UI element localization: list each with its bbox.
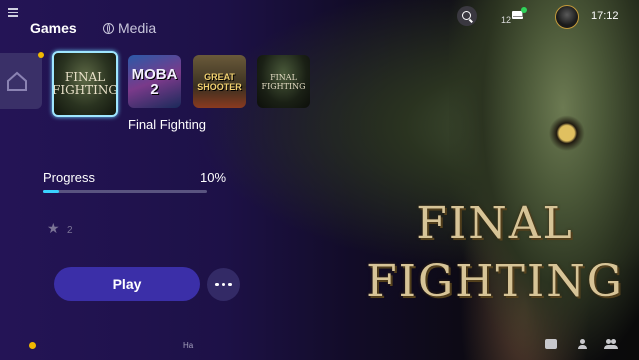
tab-media-label: Media <box>118 20 157 36</box>
progress-fill <box>43 190 60 193</box>
group-icon[interactable] <box>604 339 618 349</box>
bottom-notification-dot <box>29 342 36 349</box>
game-tile-final-fighting-2[interactable]: FINAL FIGHTING <box>257 55 310 108</box>
progress-value: 10% <box>200 170 227 185</box>
game-tile-label: MOBA 2 <box>131 65 178 98</box>
search-button[interactable] <box>457 6 477 26</box>
clock: 17:12 <box>591 10 619 22</box>
play-button[interactable]: Play <box>54 267 200 301</box>
trophy-icon: ★ <box>47 220 60 236</box>
chat-icon[interactable] <box>545 339 557 349</box>
hero-title-line2: FIGHTING <box>366 256 624 307</box>
game-tile-label: FINAL FIGHTING <box>52 70 118 97</box>
home-icon <box>7 71 27 91</box>
online-status-dot <box>521 7 527 13</box>
menu-icon[interactable] <box>8 6 18 19</box>
avatar[interactable] <box>555 5 579 29</box>
tab-media[interactable]: Media <box>103 20 156 36</box>
mail-count: 12 <box>501 15 512 25</box>
globe-icon <box>103 22 114 34</box>
notification-dot <box>38 52 44 58</box>
game-tile-label: FINAL FIGHTING <box>261 72 306 91</box>
trophy-count: 2 <box>67 225 73 236</box>
game-tile-final-fighting[interactable]: FINAL FIGHTING <box>52 51 118 117</box>
hero-game-title: FINAL FIGHTING <box>360 195 630 311</box>
game-tile-label: GREAT SHOOTER <box>197 71 242 92</box>
game-tile-great-shooter[interactable]: GREAT SHOOTER <box>193 55 246 108</box>
bottom-hint: Ha <box>183 341 194 350</box>
selected-game-title: Final Fighting <box>128 117 207 132</box>
more-options-button[interactable] <box>207 268 240 301</box>
person-icon[interactable] <box>577 339 589 349</box>
tab-games[interactable]: Games <box>30 20 77 36</box>
search-icon <box>461 10 471 20</box>
more-dots-icon <box>215 282 219 287</box>
hero-title-line1: FINAL <box>416 198 574 249</box>
progress-bar <box>43 190 207 193</box>
game-tile-moba-2[interactable]: MOBA 2 <box>128 55 181 108</box>
progress-label: Progress <box>43 170 96 185</box>
